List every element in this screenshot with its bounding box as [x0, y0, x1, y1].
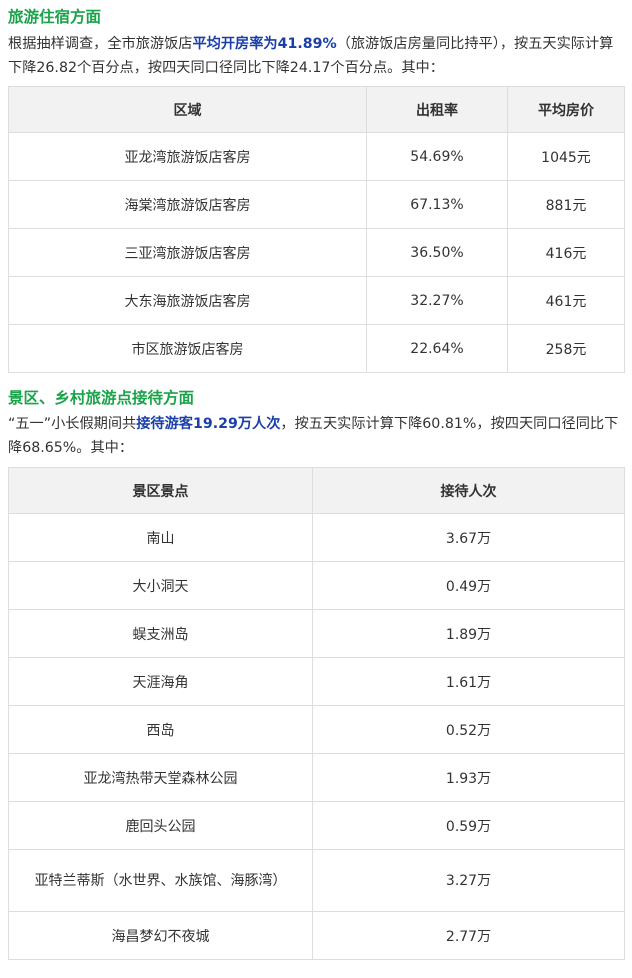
- table-row: 市区旅游饭店客房 22.64% 258元: [8, 324, 625, 373]
- scenic-visitors-highlight: 接待游客19.29万人次: [136, 416, 281, 432]
- column-header-scenic-spot: 景区景点: [8, 467, 313, 514]
- table-row: 大小洞天 0.49万: [8, 561, 625, 610]
- visits-cell: 0.59万: [312, 801, 625, 850]
- table-row: 天涯海角 1.61万: [8, 657, 625, 706]
- scenic-name-cell: 鹿回头公园: [8, 801, 313, 850]
- region-cell: 海棠湾旅游饭店客房: [8, 180, 367, 229]
- region-cell: 亚龙湾旅游饭店客房: [8, 132, 367, 181]
- occupancy-cell: 54.69%: [366, 132, 508, 181]
- table-header-row: 景区景点 接待人次: [8, 467, 625, 514]
- scenic-name-cell: 亚龙湾热带天堂森林公园: [8, 753, 313, 802]
- article-page: 旅游住宿方面 根据抽样调查，全市旅游饭店平均开房率为41.89%（旅游饭店房量同…: [0, 0, 632, 978]
- occupancy-cell: 67.13%: [366, 180, 508, 229]
- scenic-section-heading: 景区、乡村旅游点接待方面: [8, 389, 195, 407]
- visits-cell: 1.93万: [312, 753, 625, 802]
- scenic-name-cell: 海昌梦幻不夜城: [8, 911, 313, 960]
- table-row: 亚龙湾热带天堂森林公园 1.93万: [8, 753, 625, 802]
- table-row: 蜈支洲岛 1.89万: [8, 609, 625, 658]
- price-cell: 881元: [507, 180, 625, 229]
- table-row: 海棠湾旅游饭店客房 67.13% 881元: [8, 180, 625, 229]
- table-row: 亚龙湾旅游饭店客房 54.69% 1045元: [8, 132, 625, 181]
- scenic-name-cell: 大小洞天: [8, 561, 313, 610]
- table-row: 西岛 0.52万: [8, 705, 625, 754]
- column-header-region: 区域: [8, 86, 367, 133]
- visits-cell: 0.52万: [312, 705, 625, 754]
- price-cell: 258元: [507, 324, 625, 373]
- column-header-occupancy: 出租率: [366, 86, 508, 133]
- scenic-name-cell: 南山: [8, 513, 313, 562]
- scenic-name-cell: 蜈支洲岛: [8, 609, 313, 658]
- table-row: 南山 3.67万: [8, 513, 625, 562]
- scenic-summary-paragraph: “五一”小长假期间共接待游客19.29万人次，按五天实际计算下降60.81%，按…: [8, 413, 626, 460]
- visits-cell: 0.49万: [312, 561, 625, 610]
- scenic-name-cell: 亚特兰蒂斯（水世界、水族馆、海豚湾）: [8, 849, 313, 912]
- hotel-section-heading: 旅游住宿方面: [8, 8, 102, 26]
- region-cell: 市区旅游饭店客房: [8, 324, 367, 373]
- visits-cell: 2.77万: [312, 911, 625, 960]
- visits-cell: 1.89万: [312, 609, 625, 658]
- table-row: 亚特兰蒂斯（水世界、水族馆、海豚湾） 3.27万: [8, 849, 625, 912]
- hotel-summary-paragraph: 根据抽样调查，全市旅游饭店平均开房率为41.89%（旅游饭店房量同比持平），按五…: [8, 33, 626, 80]
- table-row: 大东海旅游饭店客房 32.27% 461元: [8, 276, 625, 325]
- table-row: 鹿回头公园 0.59万: [8, 801, 625, 850]
- price-cell: 416元: [507, 228, 625, 277]
- region-cell: 三亚湾旅游饭店客房: [8, 228, 367, 277]
- visits-cell: 3.67万: [312, 513, 625, 562]
- table-row: 三亚湾旅游饭店客房 36.50% 416元: [8, 228, 625, 277]
- occupancy-cell: 36.50%: [366, 228, 508, 277]
- column-header-avg-price: 平均房价: [507, 86, 625, 133]
- price-cell: 1045元: [507, 132, 625, 181]
- table-header-row: 区域 出租率 平均房价: [8, 86, 625, 133]
- hotel-occupancy-table: 区域 出租率 平均房价 亚龙湾旅游饭店客房 54.69% 1045元 海棠湾旅游…: [8, 86, 625, 373]
- scenic-name-cell: 天涯海角: [8, 657, 313, 706]
- hotel-occupancy-highlight: 平均开房率为41.89%: [192, 36, 337, 52]
- column-header-visits: 接待人次: [312, 467, 625, 514]
- scenic-summary-lead: “五一”小长假期间共: [8, 416, 137, 432]
- occupancy-cell: 32.27%: [366, 276, 508, 325]
- region-cell: 大东海旅游饭店客房: [8, 276, 367, 325]
- price-cell: 461元: [507, 276, 625, 325]
- scenic-name-cell: 西岛: [8, 705, 313, 754]
- hotel-summary-lead: 根据抽样调查，全市旅游饭店: [8, 36, 193, 52]
- table-row: 海昌梦幻不夜城 2.77万: [8, 911, 625, 960]
- occupancy-cell: 22.64%: [366, 324, 508, 373]
- visits-cell: 3.27万: [312, 849, 625, 912]
- visits-cell: 1.61万: [312, 657, 625, 706]
- scenic-visitors-table: 景区景点 接待人次 南山 3.67万 大小洞天 0.49万 蜈支洲岛 1.89万…: [8, 467, 625, 960]
